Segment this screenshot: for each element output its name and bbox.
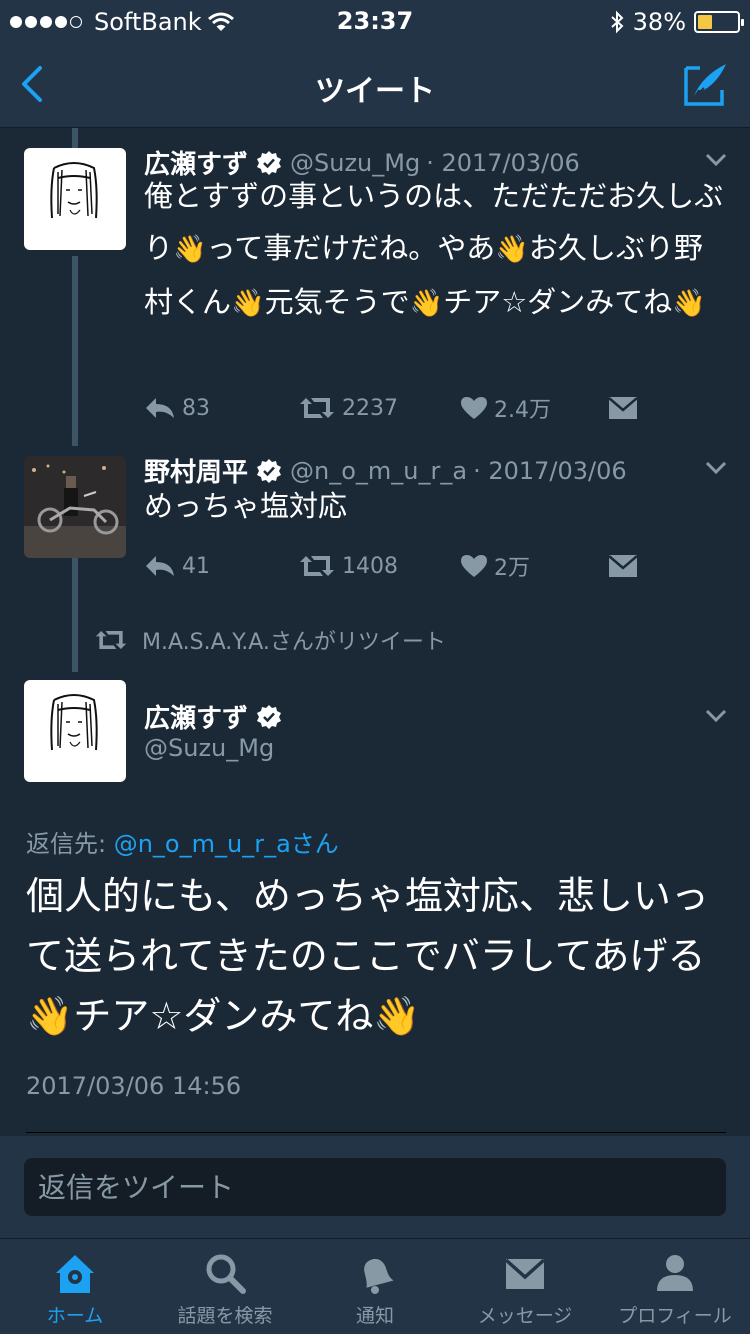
reply-button[interactable]: 83 [144, 396, 298, 421]
main-tweet-text: 個人的にも、めっちゃ塩対応、悲しいって送られてきたのここでバラしてあげる👋チア☆… [26, 874, 709, 1038]
retweeted-by[interactable]: M.A.S.A.Y.A.さんがリツイート [94, 624, 446, 656]
tweet-actions: 41 1408 2万 [144, 550, 638, 582]
tab-label: プロフィール [618, 1305, 732, 1327]
person-icon [657, 1255, 693, 1291]
tab-notifications[interactable]: 通知 [300, 1239, 450, 1334]
reply-to-context: 返信先: @n_o_m_u_r_aさん [26, 830, 339, 858]
like-button[interactable]: 2万 [460, 550, 608, 582]
search-icon [206, 1254, 246, 1294]
like-button[interactable]: 2.4万 [460, 392, 608, 424]
waving-hand-emoji: 👋 [672, 288, 706, 319]
tweet-timestamp: 2017/03/06 14:56 [26, 1072, 242, 1100]
battery-icon [694, 11, 744, 33]
tab-bar: ホーム 話題を検索 通知 メッセージ プロフィール [0, 1238, 750, 1334]
sketch-face-avatar [50, 162, 98, 219]
reply-icon [146, 398, 174, 418]
motorcycle-photo-avatar [24, 456, 126, 558]
tab-label: 話題を検索 [177, 1305, 273, 1327]
retweet-count: 1408 [342, 553, 398, 579]
retweet-icon [95, 631, 127, 649]
reply-count: 41 [182, 553, 210, 579]
tab-search[interactable]: 話題を検索 [150, 1239, 300, 1334]
tab-label: ホーム [46, 1305, 104, 1327]
status-bar: SoftBank 23:37 38% [0, 0, 750, 42]
tab-home[interactable]: ホーム [0, 1239, 150, 1334]
reply-input[interactable] [24, 1158, 726, 1216]
retweet-button[interactable]: 1408 [298, 554, 460, 579]
envelope-icon [608, 555, 638, 577]
retweet-count: 2237 [342, 395, 398, 421]
verified-badge-icon [257, 704, 282, 729]
tweet-text: 俺とすずの事というのは、ただただお久しぶり👋って事だけだね。やあ👋お久しぶり野村… [144, 179, 724, 319]
heart-icon [461, 555, 487, 577]
direct-message-button[interactable] [608, 396, 638, 420]
home-icon [56, 1255, 94, 1293]
retweet-button[interactable]: 2237 [298, 396, 460, 421]
author-name[interactable]: 広瀬すず [144, 698, 248, 735]
avatar[interactable] [24, 680, 126, 782]
waving-hand-emoji: 👋 [26, 994, 74, 1038]
waving-hand-emoji: 👋 [495, 234, 529, 265]
chevron-down-icon[interactable] [704, 460, 728, 476]
waving-hand-emoji: 👋 [409, 288, 444, 319]
page-title: ツイート [315, 74, 435, 109]
avatar[interactable] [24, 456, 126, 558]
retweeted-by-label: M.A.S.A.Y.A.さんがリツイート [142, 630, 446, 655]
tab-label: メッセージ [477, 1305, 573, 1327]
battery-percent: 38% [632, 8, 686, 36]
reply-to-mention[interactable]: @n_o_m_u_r_a [114, 830, 291, 858]
envelope-icon [504, 1258, 546, 1289]
like-count: 2.4万 [494, 398, 551, 423]
thread-line [72, 256, 78, 446]
author-handle[interactable]: @Suzu_Mg [144, 734, 274, 762]
thread-line [72, 558, 78, 672]
reply-count: 83 [182, 395, 210, 421]
compose-icon[interactable] [682, 60, 730, 108]
direct-message-button[interactable] [608, 554, 638, 578]
tweet-text: めっちゃ塩対応 [144, 489, 348, 523]
waving-hand-emoji: 👋 [173, 234, 207, 265]
waving-hand-emoji: 👋 [231, 288, 265, 319]
chevron-down-icon[interactable] [704, 708, 728, 724]
heart-icon [461, 397, 487, 419]
bell-icon [364, 1258, 394, 1294]
envelope-icon [608, 397, 638, 419]
tab-messages[interactable]: メッセージ [450, 1239, 600, 1334]
reply-bar [0, 1136, 750, 1238]
tweet-actions: 83 2237 2.4万 [144, 392, 638, 424]
avatar[interactable] [24, 148, 126, 250]
like-count: 2万 [494, 556, 530, 581]
tab-label: 通知 [355, 1305, 394, 1327]
reply-icon [146, 556, 174, 576]
chevron-down-icon[interactable] [704, 152, 728, 168]
sketch-face-avatar [50, 694, 98, 751]
reply-button[interactable]: 41 [144, 554, 298, 579]
navigation-bar: ツイート [0, 42, 750, 128]
retweet-icon [300, 556, 334, 576]
retweet-icon [300, 398, 334, 418]
tab-profile[interactable]: プロフィール [600, 1239, 750, 1334]
thread-line [72, 128, 78, 148]
divider [26, 1132, 726, 1133]
waving-hand-emoji: 👋 [373, 994, 421, 1038]
bluetooth-icon [610, 10, 624, 34]
